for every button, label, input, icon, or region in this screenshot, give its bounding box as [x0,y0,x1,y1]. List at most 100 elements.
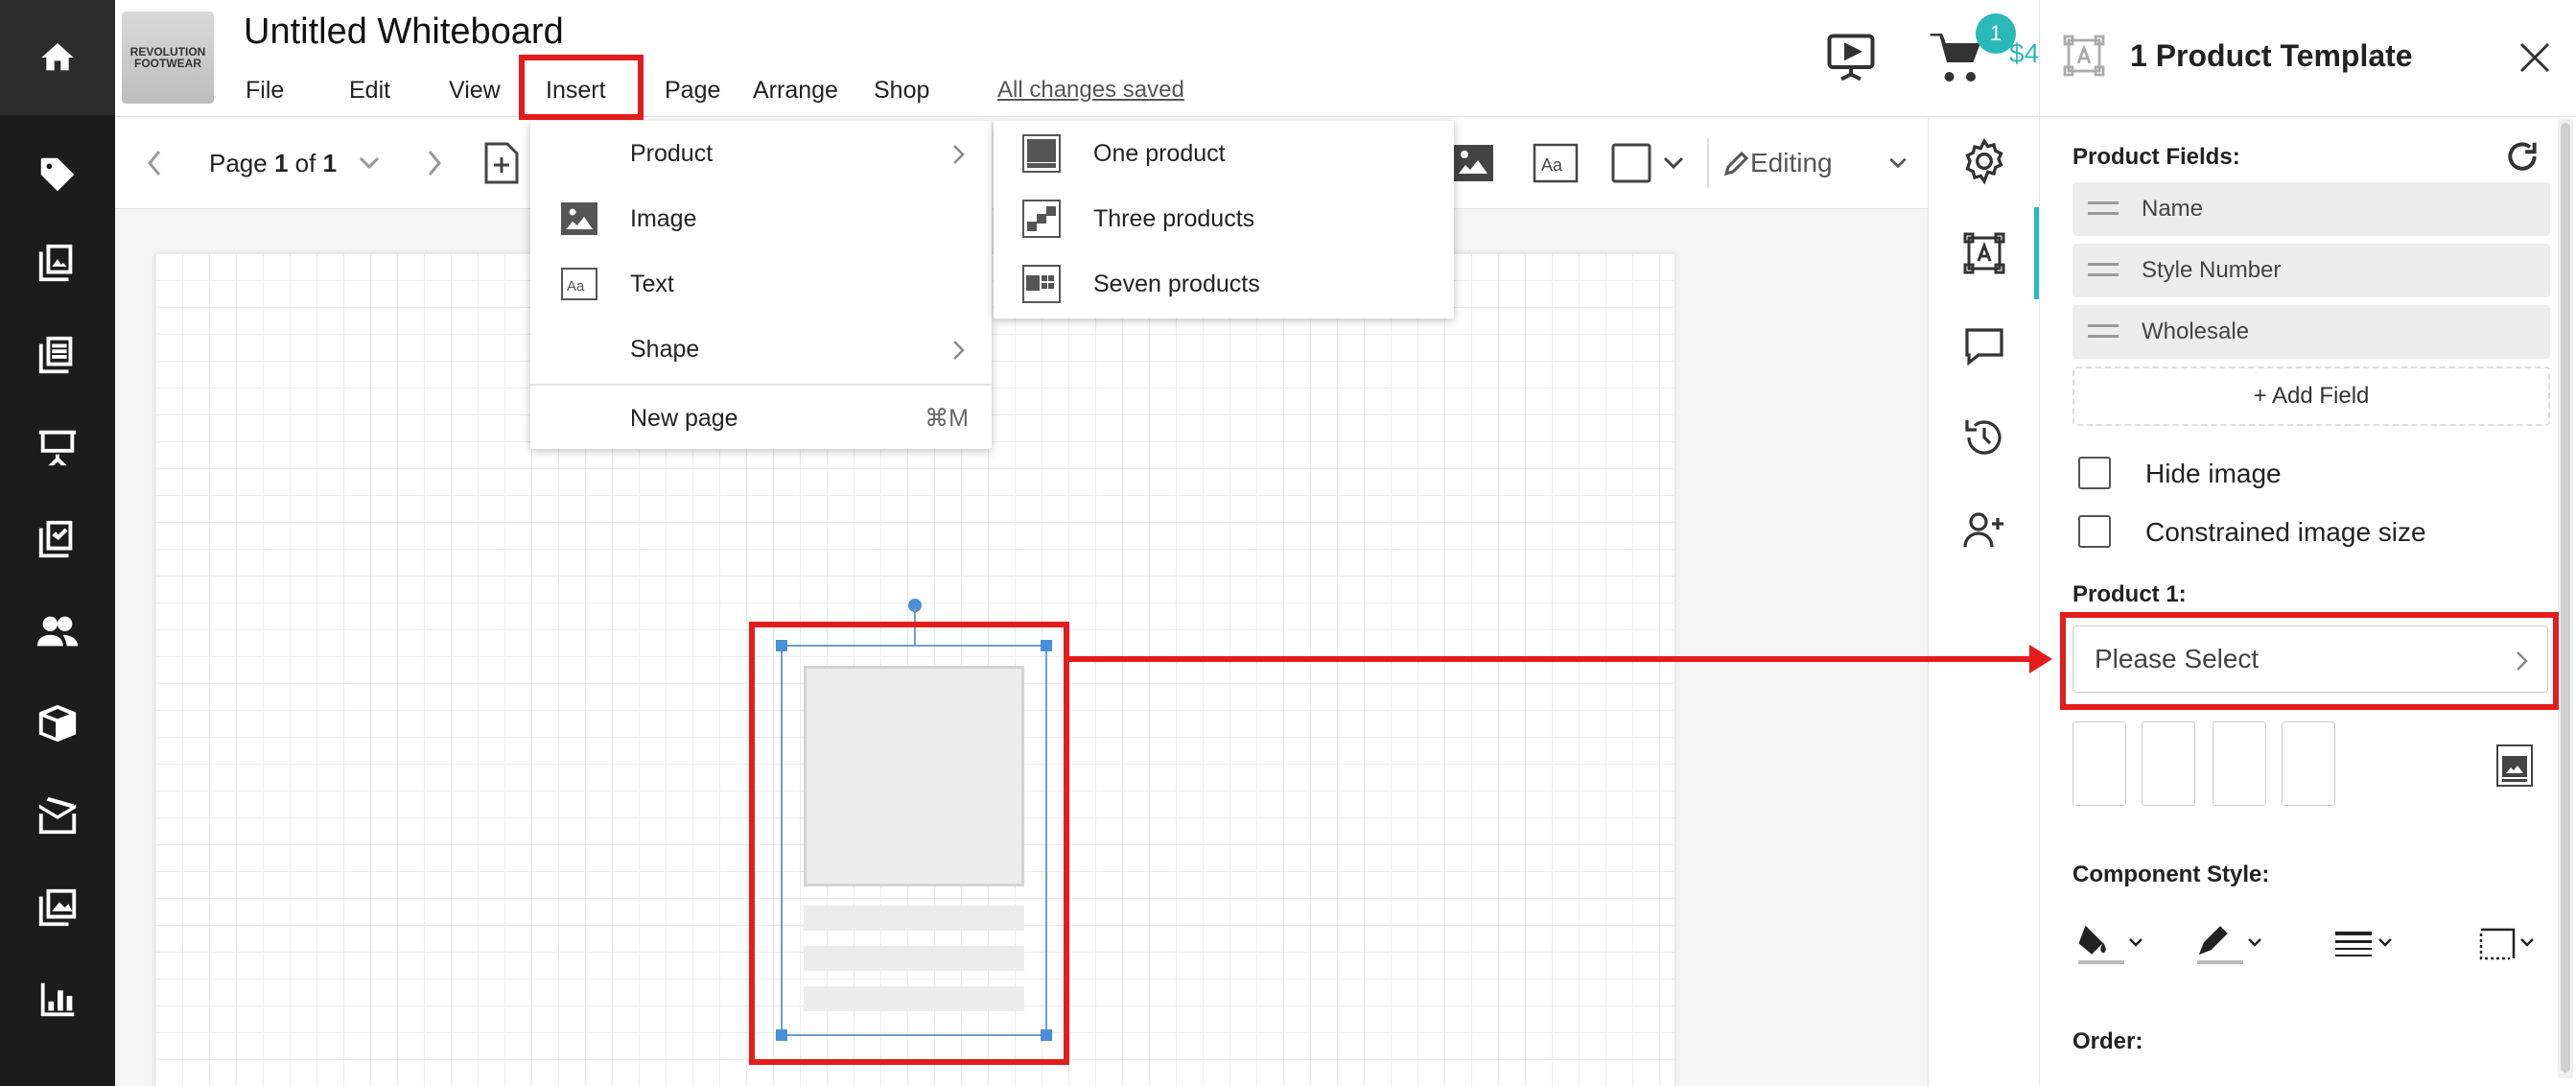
checklist-icon [38,520,73,558]
nav-reports[interactable] [0,954,115,1046]
text-frame-icon [1963,232,2005,274]
menu-page[interactable]: Page [665,65,720,115]
stroke-weight-button[interactable] [2328,917,2404,971]
template-tab[interactable] [1929,215,2040,292]
stroke-color-button[interactable] [2190,917,2266,971]
menu-item-new-page[interactable]: New page ⌘M [530,386,992,451]
chevron-right-icon [953,145,965,164]
svg-text:Aa: Aa [1541,155,1563,175]
annotation-arrow-line [1066,656,2035,662]
menu-item-image[interactable]: Image [530,186,992,251]
image-thumbnail-slot[interactable] [2073,721,2126,806]
image-thumbnail-slot[interactable] [2282,721,2335,806]
comments-tab[interactable] [1929,307,2040,384]
text-icon: Aa [1533,143,1579,183]
present-button[interactable] [1822,29,1880,86]
chevron-right-icon [428,151,441,176]
pencil-icon [1723,151,1749,177]
nav-campaigns[interactable] [0,769,115,862]
nav-tags[interactable] [0,129,115,221]
mode-dropdown-button[interactable] [1884,136,1912,190]
easel-icon [38,430,77,466]
nav-orders[interactable] [0,493,115,585]
close-panel-button[interactable] [2514,36,2556,79]
settings-tab[interactable] [1929,123,2040,200]
next-page-button[interactable] [414,136,453,190]
presentation-play-icon [1827,34,1875,82]
image-icon [561,202,597,235]
annotation-arrow-head [2029,645,2052,673]
nav-media[interactable] [0,862,115,954]
shape-dropdown-button[interactable] [1659,136,1688,190]
svg-text:Aa: Aa [567,278,585,295]
add-user-icon [1963,512,2003,548]
add-page-icon [484,142,519,184]
mail-icon [38,796,77,835]
line-weight-icon [2335,932,2392,956]
square-shape-icon [1611,143,1651,183]
shortcut-label: ⌘M [925,405,969,432]
fill-color-button[interactable] [2071,917,2147,971]
bar-chart-icon [40,982,75,1017]
checkbox-box[interactable] [2078,457,2111,489]
panel-tool-strip [1928,117,2040,1086]
menu-file[interactable]: File [246,65,284,115]
menu-arrange[interactable]: Arrange [753,65,838,115]
text-icon: Aa [561,268,597,300]
editing-mode-dropdown[interactable]: Editing [1750,140,1833,186]
image-thumbnail-slot[interactable] [2213,721,2266,806]
brand-logo[interactable]: REVOLUTION FOOTWEAR [122,12,214,104]
submenu-item-one-product[interactable]: One product [994,121,1454,186]
image-icon[interactable] [2496,744,2533,787]
document-title[interactable]: Untitled Whiteboard [244,12,564,53]
checkbox-box[interactable] [2078,515,2111,548]
share-tab[interactable] [1929,491,2040,568]
home-button[interactable] [0,0,115,115]
product-field-row[interactable]: Wholesale [2073,305,2550,359]
product-field-row[interactable]: Style Number [2073,244,2550,297]
product-fields-label: Product Fields: [2073,144,2240,170]
component-style-label: Component Style: [2073,862,2270,887]
add-field-button[interactable]: + Add Field [2073,366,2550,426]
nav-inventory[interactable] [0,677,115,769]
product-label: Product 1: [2073,581,2187,607]
submenu-item-three-products[interactable]: Three products [994,186,1454,251]
prev-page-button[interactable] [136,136,175,190]
insert-image-button[interactable] [1446,136,1500,190]
toolbar-divider [1707,138,1709,188]
menu-item-shape[interactable]: Shape [530,317,992,382]
border-style-button[interactable] [2471,917,2548,971]
image-icon [1453,145,1493,181]
drag-handle-icon[interactable] [2088,263,2119,276]
refresh-icon[interactable] [2504,138,2541,175]
menu-item-product[interactable]: Product [530,121,992,186]
product-field-row[interactable]: Name [2073,182,2550,236]
nav-linesheets[interactable] [0,309,115,401]
properties-panel: 1 Product Template Product Fields: Name … [2039,0,2576,1086]
add-page-button[interactable] [478,136,526,190]
save-status-link[interactable]: All changes saved [997,77,1184,104]
one-product-icon [1022,134,1061,173]
menu-shop[interactable]: Shop [874,65,929,115]
chevron-right-icon [953,341,965,360]
drag-handle-icon[interactable] [2088,324,2119,338]
submenu-item-seven-products[interactable]: Seven products [994,251,1454,317]
nav-lookbooks[interactable] [0,217,115,309]
scrollbar-thumb[interactable] [2561,123,2570,1073]
nav-presentations[interactable] [0,401,115,493]
insert-text-button[interactable]: Aa [1529,136,1582,190]
panel-scrollbar[interactable] [2558,119,2573,1078]
menu-item-text[interactable]: Aa Text [530,251,992,317]
menu-edit[interactable]: Edit [349,65,390,115]
nav-customers[interactable] [0,585,115,677]
history-tab[interactable] [1929,399,2040,476]
users-icon [36,616,79,647]
chevron-down-icon [359,156,380,170]
insert-shape-button[interactable] [1607,136,1655,190]
image-thumbnail-slot[interactable] [2142,721,2195,806]
menu-view[interactable]: View [449,65,501,115]
drag-handle-icon[interactable] [2088,201,2119,215]
page-indicator[interactable]: Page 1 of 1 [209,140,337,186]
page-dropdown-button[interactable] [355,136,384,190]
editing-mode-icon-wrap[interactable] [1722,136,1751,190]
